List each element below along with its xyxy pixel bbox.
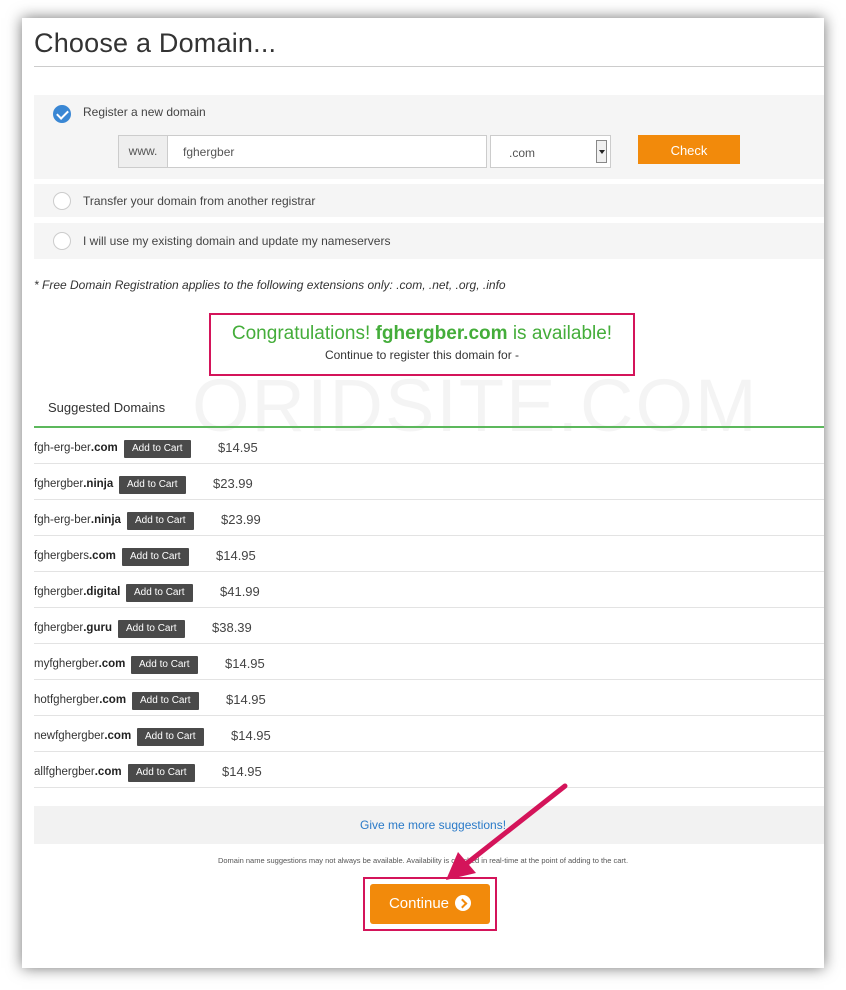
annotation-arrow-layer	[446, 783, 568, 880]
red-arrow-icon	[446, 783, 568, 880]
